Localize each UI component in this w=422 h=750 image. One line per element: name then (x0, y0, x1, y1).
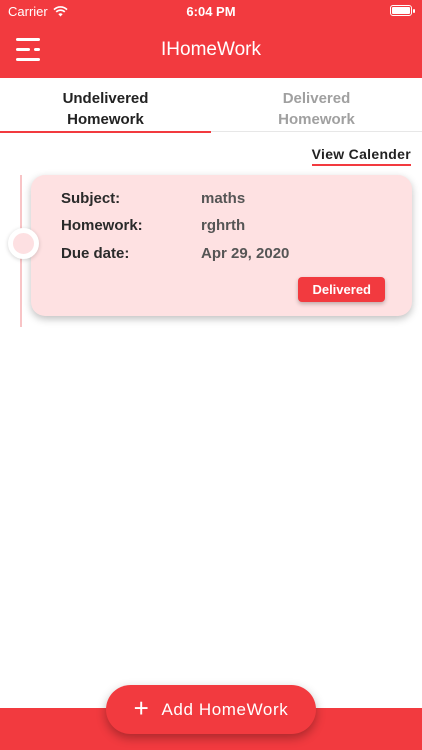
homework-value: rghrth (201, 217, 246, 234)
tab-label-line1: Delivered (282, 90, 351, 107)
app-bar: IHomeWork (0, 22, 422, 78)
add-homework-button[interactable]: + Add HomeWork (106, 685, 316, 734)
battery-icon (390, 5, 415, 16)
homework-row: Homework: rghrth (61, 217, 245, 234)
tab-undelivered-homework[interactable]: Undelivered Homework (0, 78, 211, 133)
due-date-row: Due date: Apr 29, 2020 (61, 245, 289, 262)
tab-label-line1: Undelivered (62, 90, 149, 107)
plus-icon: + (133, 693, 150, 723)
tab-label-line2: Homework (278, 111, 355, 128)
homework-label: Homework: (61, 217, 143, 234)
status-time: 6:04 PM (186, 4, 236, 19)
tab-label-line2: Homework (67, 111, 144, 128)
app-title: IHomeWork (161, 39, 261, 60)
tab-bar: Undelivered Homework Delivered Homework (0, 78, 422, 133)
subject-value: maths (201, 190, 246, 207)
timeline-dot (8, 228, 39, 259)
due-date-label: Due date: (61, 245, 130, 262)
subject-label: Subject: (61, 190, 121, 207)
add-homework-label: Add HomeWork (161, 699, 289, 719)
status-bar: Carrier 6:04 PM (0, 0, 422, 22)
tab-delivered-homework[interactable]: Delivered Homework (211, 78, 422, 132)
view-calendar-link[interactable]: View Calender (311, 146, 411, 166)
due-date-value: Apr 29, 2020 (201, 245, 290, 262)
homework-card[interactable]: Subject: maths Homework: rghrth Due date: A… (31, 175, 412, 316)
delivered-button[interactable]: Delivered (298, 277, 385, 302)
subject-row: Subject: maths (61, 190, 245, 207)
